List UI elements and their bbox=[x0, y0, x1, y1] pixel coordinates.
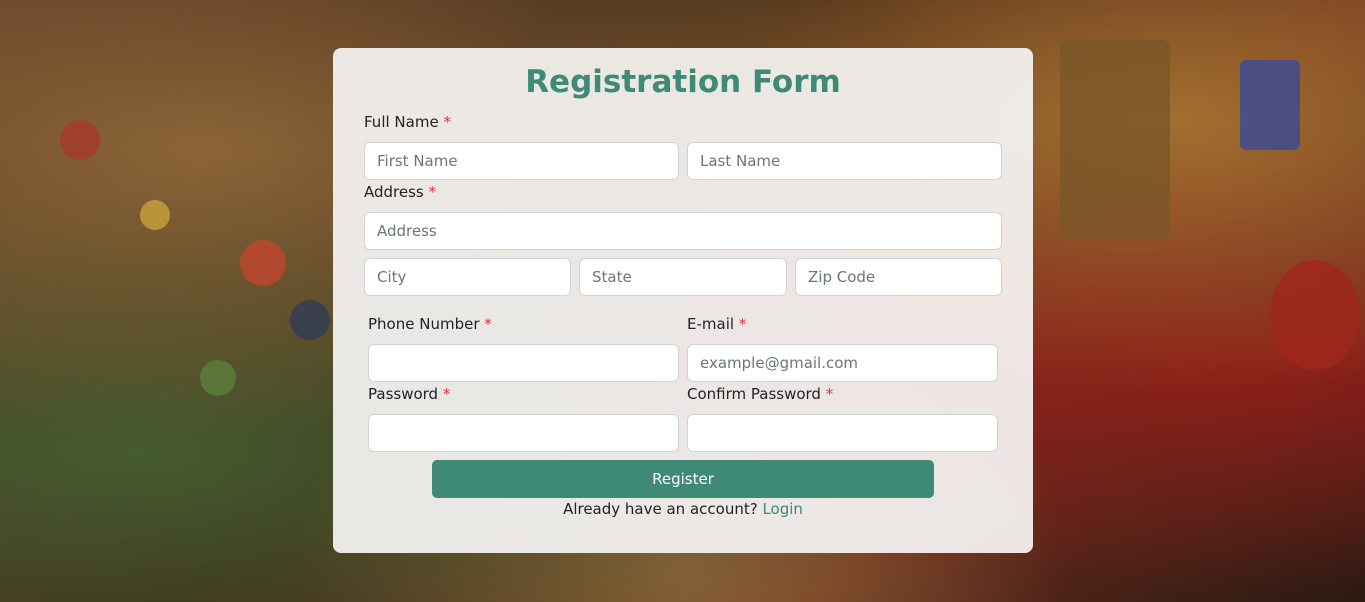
full-name-label: Full Name * bbox=[364, 112, 451, 132]
form-title: Registration Form bbox=[525, 64, 841, 100]
background-decoration bbox=[60, 120, 100, 160]
login-link[interactable]: Login bbox=[762, 500, 802, 518]
phone-number-input[interactable] bbox=[368, 344, 679, 382]
confirm-password-label: Confirm Password * bbox=[687, 384, 833, 404]
state-input[interactable] bbox=[579, 258, 787, 296]
login-prompt: Already have an account? Login bbox=[333, 500, 1033, 518]
required-asterisk: * bbox=[825, 385, 834, 403]
background-decoration bbox=[290, 300, 330, 340]
background-decoration bbox=[1270, 260, 1360, 370]
required-asterisk: * bbox=[484, 315, 492, 333]
address-label: Address * bbox=[364, 182, 436, 202]
required-asterisk: * bbox=[443, 113, 451, 131]
phone-number-label: Phone Number * bbox=[368, 314, 492, 334]
registration-card: Registration Form Full Name * Address * … bbox=[333, 48, 1033, 553]
city-input[interactable] bbox=[364, 258, 571, 296]
email-input[interactable] bbox=[687, 344, 998, 382]
background-decoration bbox=[1060, 40, 1170, 240]
phone-number-label-text: Phone Number bbox=[368, 315, 480, 333]
confirm-password-label-text: Confirm Password bbox=[687, 385, 821, 403]
background-decoration bbox=[200, 360, 236, 396]
email-label: E-mail * bbox=[687, 314, 746, 334]
confirm-password-input[interactable] bbox=[687, 414, 998, 452]
background-decoration bbox=[140, 200, 170, 230]
required-asterisk: * bbox=[442, 385, 451, 403]
address-input[interactable] bbox=[364, 212, 1002, 250]
password-label-text: Password bbox=[368, 385, 439, 403]
required-asterisk: * bbox=[738, 315, 747, 333]
background-decoration bbox=[1240, 60, 1300, 150]
register-button[interactable]: Register bbox=[432, 460, 934, 498]
full-name-label-text: Full Name bbox=[364, 113, 439, 131]
zip-code-input[interactable] bbox=[795, 258, 1002, 296]
address-label-text: Address bbox=[364, 183, 424, 201]
password-label: Password * bbox=[368, 384, 450, 404]
email-label-text: E-mail bbox=[687, 315, 735, 333]
first-name-input[interactable] bbox=[364, 142, 679, 180]
password-input[interactable] bbox=[368, 414, 679, 452]
last-name-input[interactable] bbox=[687, 142, 1002, 180]
required-asterisk: * bbox=[428, 183, 437, 201]
background-decoration bbox=[240, 240, 286, 286]
login-prompt-text: Already have an account? bbox=[563, 500, 758, 518]
